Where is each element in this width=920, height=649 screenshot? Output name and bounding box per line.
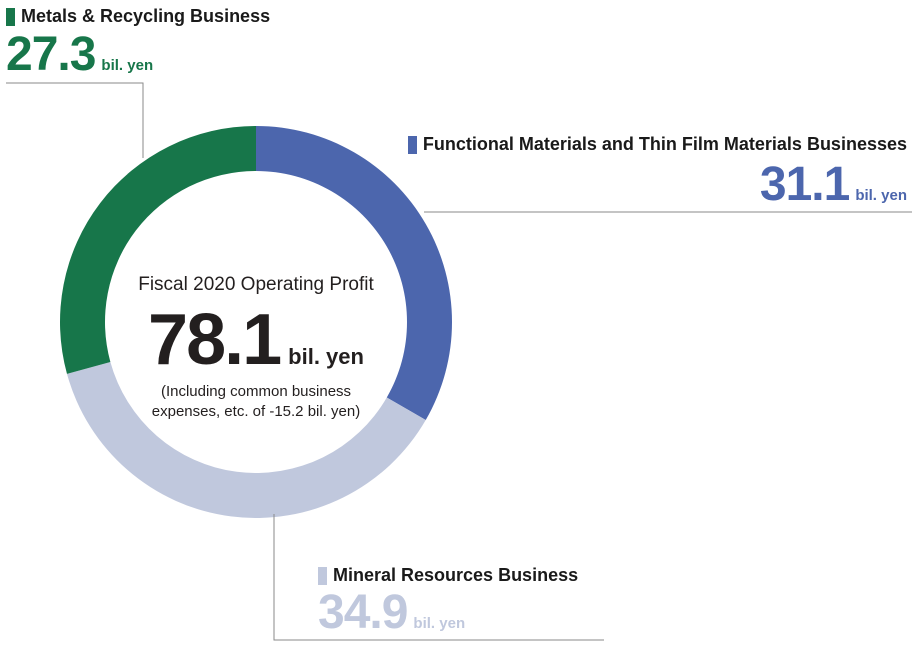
functional-unit: bil. yen [855,187,907,204]
mineral-name: Mineral Resources Business [333,565,579,585]
center-total-value: 78.1 [148,300,282,380]
center-summary: Fiscal 2020 Operating Profit 78.1 bil. y… [106,274,406,422]
metals-swatch [6,7,15,26]
center-note-line-1: (Including common business [160,383,352,400]
functional-swatch [407,135,417,154]
center-total-unit: bil. yen [288,344,364,369]
mineral-resources-label: Mineral Resources Business 34.9 bil. yen [318,565,578,637]
metals-recycling-label: Metals & Recycling Business 27.3 bil. ye… [6,6,270,79]
functional-value: 31.1 [759,158,850,211]
functional-name: Functional Materials and Thin Film Mater… [422,134,907,154]
metals-name: Metals & Recycling Business [21,6,271,26]
center-note-line-2: expenses, etc. of -15.2 bil. yen) [151,403,361,420]
metals-unit: bil. yen [101,57,154,74]
center-title: Fiscal 2020 Operating Profit [138,274,374,295]
metals-value: 27.3 [6,28,96,81]
functional-materials-label: Functional Materials and Thin Film Mater… [407,134,907,211]
mineral-unit: bil. yen [413,615,466,632]
metals-leader-line [6,82,144,158]
mineral-value: 34.9 [318,586,408,639]
mineral-swatch [318,566,327,585]
